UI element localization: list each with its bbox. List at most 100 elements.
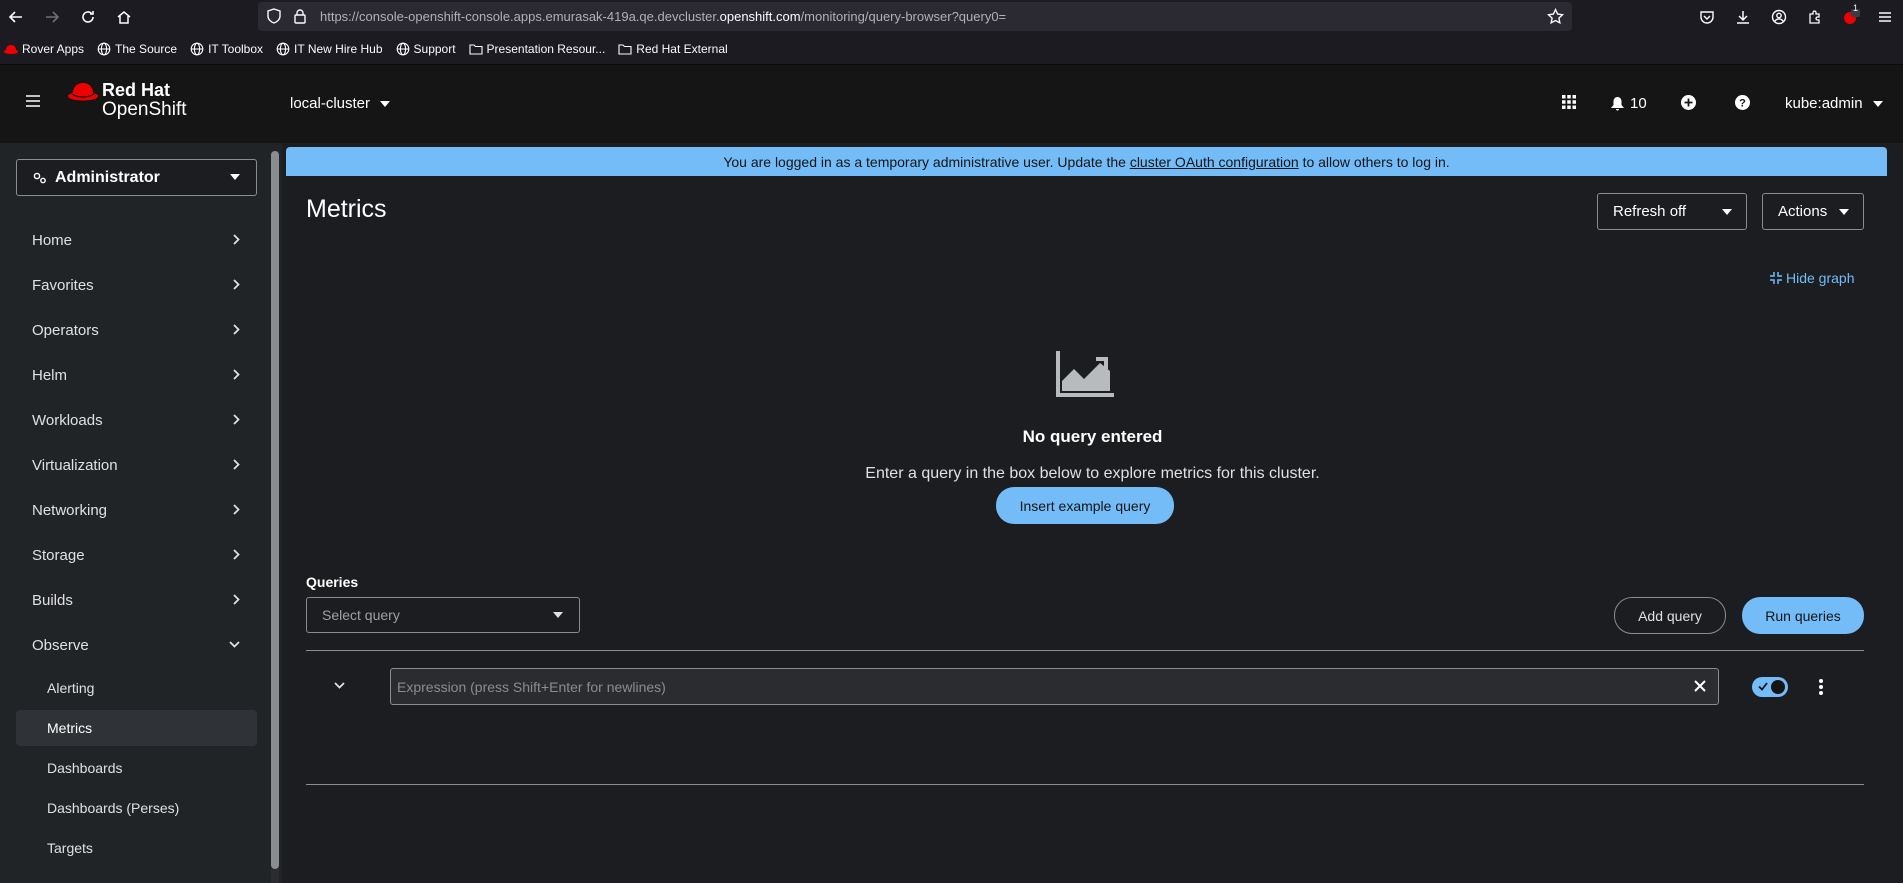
compress-icon xyxy=(1770,272,1782,284)
svg-text:?: ? xyxy=(1739,98,1746,110)
oauth-config-link[interactable]: cluster OAuth configuration xyxy=(1130,154,1299,170)
brand-line1: Red Hat xyxy=(102,80,171,100)
sidebar-subitem-dashboards-perses[interactable]: Dashboards (Perses) xyxy=(16,790,257,826)
sidebar-item-workloads[interactable]: Workloads xyxy=(0,402,258,438)
sidebar-item-networking[interactable]: Networking xyxy=(0,492,258,528)
help-icon[interactable]: ? xyxy=(1735,95,1750,110)
account-icon[interactable] xyxy=(1771,9,1787,25)
actions-dropdown[interactable]: Actions xyxy=(1762,193,1864,230)
globe-icon xyxy=(97,42,111,56)
sidebar-item-storage[interactable]: Storage xyxy=(0,537,258,573)
browser-toolbar: https://console-openshift-console.apps.e… xyxy=(0,0,1903,34)
run-queries-button[interactable]: Run queries xyxy=(1742,597,1864,634)
select-query-dropdown[interactable]: Select query xyxy=(306,597,580,633)
page-title: Metrics xyxy=(306,195,387,223)
caret-down-icon xyxy=(380,100,391,107)
sidebar-subitem-targets[interactable]: Targets xyxy=(16,830,257,866)
notifications-button[interactable]: 10 xyxy=(1611,95,1647,112)
bookmark-it-toolbox[interactable]: IT Toolbox xyxy=(190,42,263,56)
bookmarks-bar: Rover Apps The Source IT Toolbox IT New … xyxy=(0,34,1903,65)
user-menu[interactable]: kube:admin xyxy=(1785,95,1883,112)
back-icon[interactable] xyxy=(4,5,28,29)
refresh-interval-dropdown[interactable]: Refresh off xyxy=(1597,193,1747,230)
collapse-query-icon[interactable] xyxy=(334,682,345,689)
globe-icon xyxy=(396,42,409,56)
bookmark-presentation-resources[interactable]: Presentation Resour... xyxy=(468,42,605,56)
caret-down-icon xyxy=(1839,209,1849,215)
sidebar-item-operators[interactable]: Operators xyxy=(0,312,258,348)
pocket-icon[interactable] xyxy=(1699,9,1715,25)
sidebar-item-observe[interactable]: Observe xyxy=(0,627,258,663)
cluster-selector[interactable]: local-cluster xyxy=(290,95,391,112)
bookmark-the-source[interactable]: The Source xyxy=(97,42,177,56)
caret-down-icon xyxy=(1722,209,1732,215)
hamburger-icon[interactable] xyxy=(26,95,40,107)
bookmark-it-new-hire-hub[interactable]: IT New Hire Hub xyxy=(276,42,383,56)
globe-icon xyxy=(276,42,290,56)
perspective-switcher[interactable]: Administrator xyxy=(16,159,257,196)
check-icon xyxy=(1758,682,1768,691)
shield-icon[interactable] xyxy=(266,8,282,24)
chevron-right-icon xyxy=(233,414,240,425)
bell-icon xyxy=(1611,96,1624,110)
forward-icon[interactable] xyxy=(40,5,64,29)
sidebar-item-virtualization[interactable]: Virtualization xyxy=(0,447,258,483)
folder-icon xyxy=(618,44,632,55)
extensions-icon[interactable] xyxy=(1807,9,1823,25)
chevron-down-icon xyxy=(229,641,240,648)
empty-state-title: No query entered xyxy=(1022,427,1163,446)
lock-icon[interactable] xyxy=(292,8,308,24)
download-icon[interactable] xyxy=(1735,9,1751,25)
divider xyxy=(306,650,1864,651)
empty-state-body: Enter a query in the box below to explor… xyxy=(865,465,1320,482)
chevron-right-icon xyxy=(233,459,240,470)
bookmark-support[interactable]: Support xyxy=(396,42,456,56)
caret-down-icon xyxy=(553,612,563,618)
chevron-right-icon xyxy=(233,504,240,515)
chevron-right-icon xyxy=(233,369,240,380)
home-icon[interactable] xyxy=(112,5,136,29)
query-enabled-toggle[interactable] xyxy=(1752,677,1788,697)
sidebar-item-home[interactable]: Home xyxy=(0,222,258,258)
sidebar-subitem-alerting[interactable]: Alerting xyxy=(16,670,257,706)
add-icon[interactable] xyxy=(1681,95,1696,110)
redhat-openshift-logo[interactable]: Red Hat OpenShift xyxy=(68,81,187,119)
queries-label: Queries xyxy=(306,574,359,590)
sidebar-scrollbar-thumb[interactable] xyxy=(271,151,279,869)
sidebar-item-builds[interactable]: Builds xyxy=(0,582,258,618)
sidebar-subitem-dashboards[interactable]: Dashboards xyxy=(16,750,257,786)
kebab-menu-icon[interactable] xyxy=(1819,679,1823,695)
redhat-icon xyxy=(4,45,18,54)
globe-icon xyxy=(190,42,204,56)
chevron-right-icon xyxy=(233,279,240,290)
url-bar[interactable]: https://console-openshift-console.apps.e… xyxy=(258,2,1572,31)
caret-down-icon xyxy=(230,174,240,180)
chevron-right-icon xyxy=(233,234,240,245)
add-query-button[interactable]: Add query xyxy=(1614,597,1726,634)
bookmark-star-icon[interactable] xyxy=(1547,8,1564,25)
divider xyxy=(306,784,1864,785)
reload-icon[interactable] xyxy=(76,5,100,29)
brand-line2: OpenShift xyxy=(102,99,187,120)
chevron-right-icon xyxy=(233,549,240,560)
sidebar-subitem-metrics[interactable]: Metrics xyxy=(16,710,257,746)
redhat-logo-icon xyxy=(68,83,98,101)
bookmark-rover-apps[interactable]: Rover Apps xyxy=(4,42,84,56)
main-content: You are logged in as a temporary adminis… xyxy=(282,143,1903,883)
insert-example-query-button[interactable]: Insert example query xyxy=(996,487,1174,524)
menu-icon[interactable] xyxy=(1878,10,1892,24)
temporary-admin-banner: You are logged in as a temporary adminis… xyxy=(286,147,1887,176)
url-text[interactable]: https://console-openshift-console.apps.e… xyxy=(320,9,1006,24)
bookmark-red-hat-external[interactable]: Red Hat External xyxy=(618,42,728,56)
expression-input[interactable]: Expression (press Shift+Enter for newlin… xyxy=(390,668,1719,705)
app-launcher-icon[interactable] xyxy=(1562,95,1576,109)
sidebar: Administrator Home Favorites Operators H… xyxy=(0,143,282,883)
clear-icon xyxy=(1694,680,1706,692)
extension-badge: 1 xyxy=(1853,3,1859,13)
sidebar-item-helm[interactable]: Helm xyxy=(0,357,258,393)
masthead: Red Hat OpenShift local-cluster 10 ? kub… xyxy=(0,65,1903,143)
sidebar-item-favorites[interactable]: Favorites xyxy=(0,267,258,303)
hide-graph-button[interactable]: Hide graph xyxy=(1770,270,1855,286)
folder-icon xyxy=(468,44,483,55)
caret-down-icon xyxy=(1872,100,1883,107)
